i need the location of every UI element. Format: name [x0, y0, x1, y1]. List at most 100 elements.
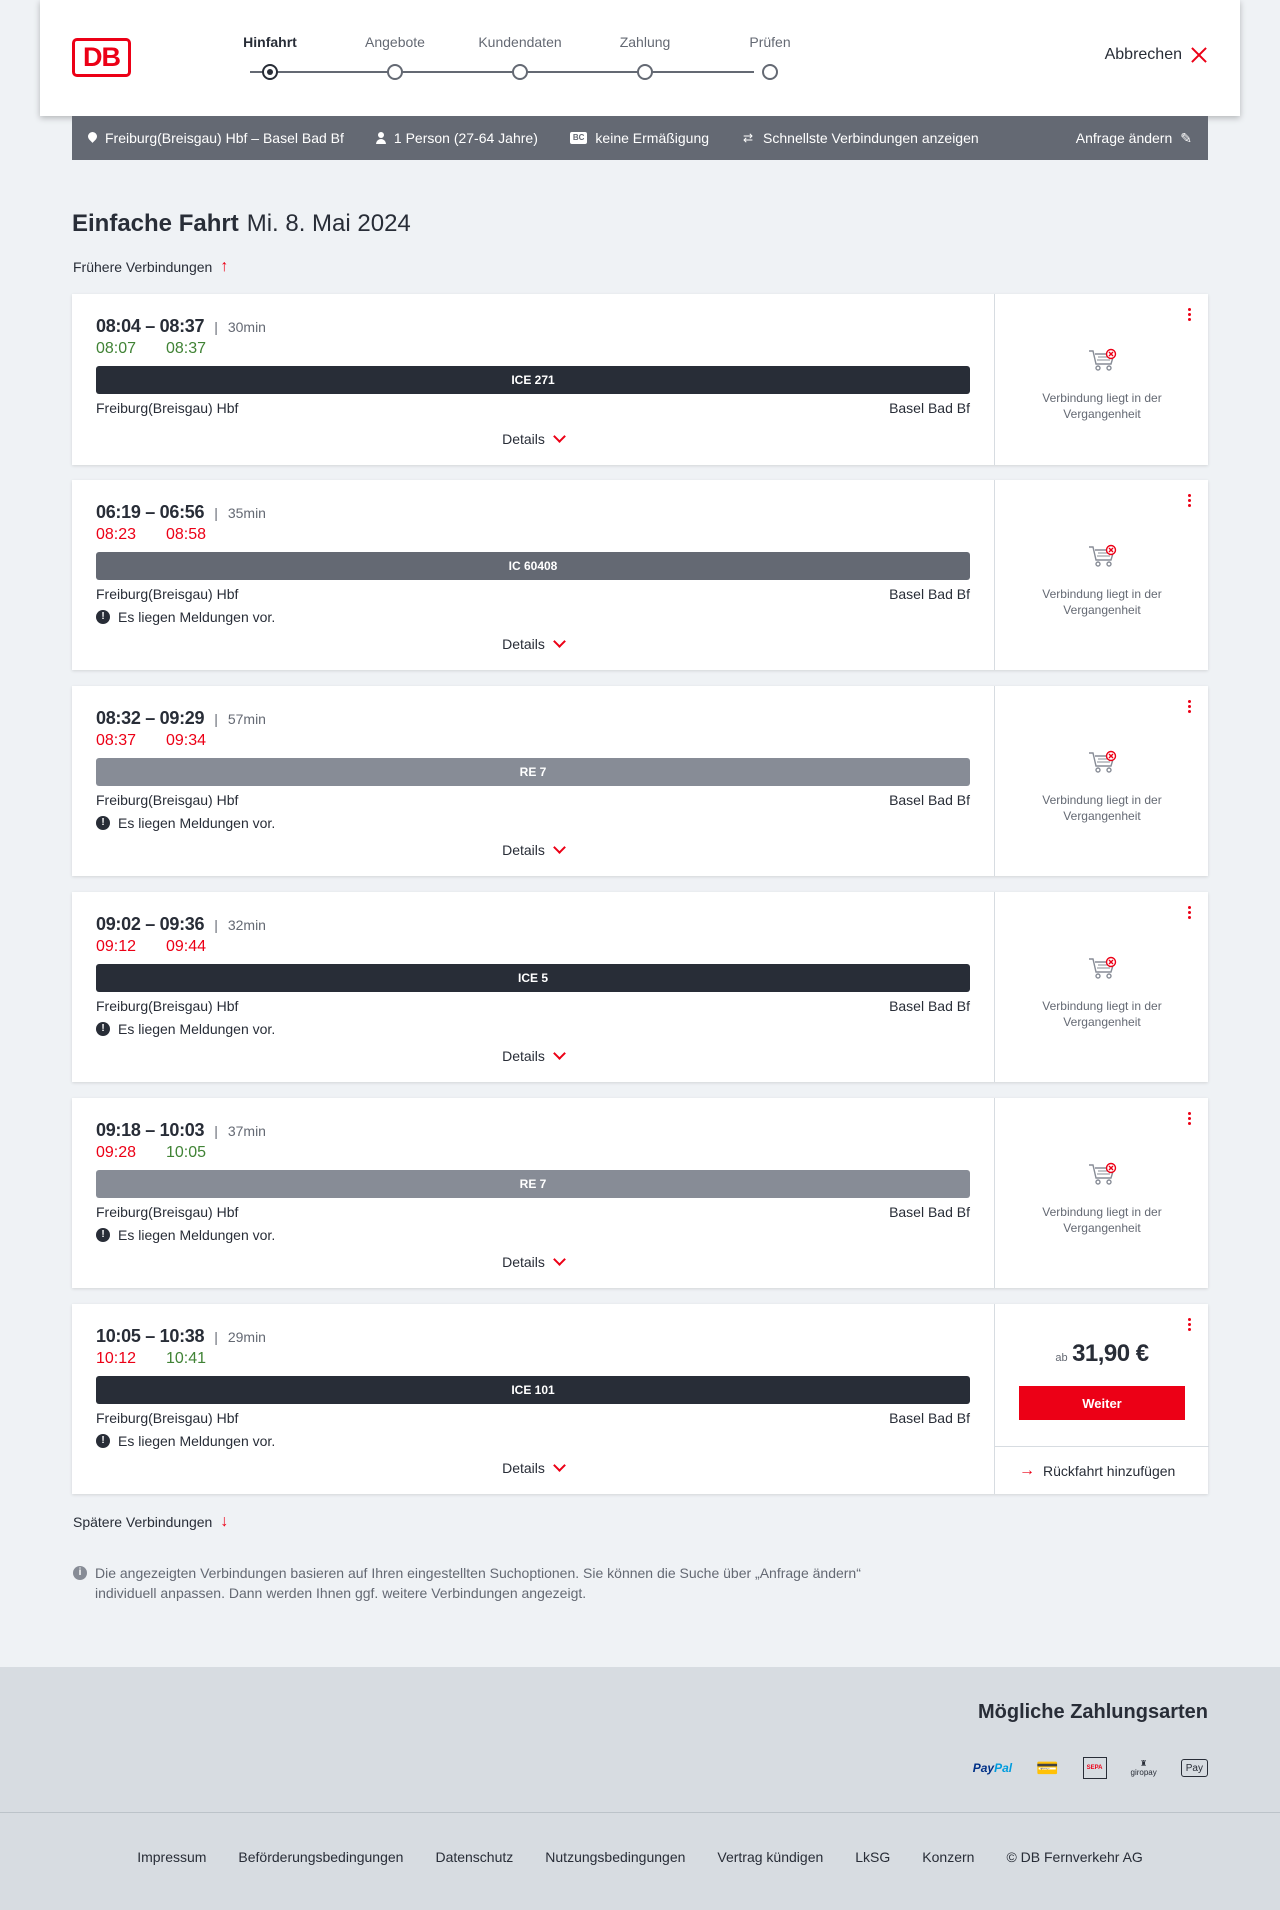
- realtime-arrival: 08:37: [166, 340, 207, 357]
- chevron-down-icon: [553, 841, 566, 854]
- stations: Freiburg(Breisgau) Hbf Basel Bad Bf: [96, 998, 970, 1014]
- train-segment-bar[interactable]: ICE 101: [96, 1376, 970, 1404]
- scheduled-time: 09:18 – 10:03: [96, 1120, 205, 1140]
- edit-request-button[interactable]: Anfrage ändern ✎: [1076, 130, 1192, 147]
- train-segment-bar[interactable]: ICE 271: [96, 366, 970, 394]
- search-info-note: i Die angezeigten Verbindungen basieren …: [73, 1563, 873, 1603]
- price: ab 31,90 €: [1055, 1340, 1149, 1367]
- departure-station: Freiburg(Breisgau) Hbf: [96, 792, 239, 808]
- departure-station: Freiburg(Breisgau) Hbf: [96, 998, 239, 1014]
- more-options-icon[interactable]: [1186, 906, 1192, 926]
- offer-panel: Verbindung liegt in der Vergangenheit: [994, 480, 1208, 670]
- close-icon: [1190, 46, 1208, 64]
- train-segment-bar[interactable]: IC 60408: [96, 552, 970, 580]
- chevron-down-icon: [553, 430, 566, 443]
- train-segment-bar[interactable]: RE 7: [96, 758, 970, 786]
- schedule-times: 08:04 – 08:37 | 30min: [96, 316, 266, 336]
- connection-info: 08:32 – 09:29 | 57min 08:37 09:34 RE 7 Freibur…: [96, 686, 970, 876]
- step-zahlung: Zahlung: [585, 34, 705, 80]
- details-toggle[interactable]: Details: [96, 1047, 970, 1064]
- service-notice: ! Es liegen Meldungen vor.: [96, 1227, 275, 1243]
- scheduled-time: 08:32 – 09:29: [96, 708, 205, 728]
- scheduled-time: 06:19 – 06:56: [96, 502, 205, 522]
- arrival-station: Basel Bad Bf: [889, 400, 970, 416]
- footer-link-impressum[interactable]: Impressum: [137, 1849, 206, 1865]
- step-dot: [637, 64, 653, 80]
- service-notice: ! Es liegen Meldungen vor.: [96, 815, 275, 831]
- add-return-trip-button[interactable]: → Rückfahrt hinzufügen: [995, 1446, 1209, 1494]
- service-notice: ! Es liegen Meldungen vor.: [96, 609, 275, 625]
- details-toggle[interactable]: Details: [96, 1459, 970, 1476]
- arrow-down-icon: ↓: [220, 1513, 229, 1530]
- step-kundendaten: Kundendaten: [460, 34, 580, 80]
- more-options-icon[interactable]: [1186, 1318, 1192, 1338]
- cancel-button[interactable]: Abbrechen: [1105, 46, 1208, 64]
- past-connection-note: Verbindung liegt in der Vergangenheit: [1042, 999, 1162, 1029]
- more-options-icon[interactable]: [1186, 1112, 1192, 1132]
- more-options-icon[interactable]: [1186, 700, 1192, 720]
- connection-card[interactable]: 10:05 – 10:38 | 29min 10:12 10:41 ICE 101 Frei…: [72, 1304, 1209, 1494]
- past-connection-note: Verbindung liegt in der Vergangenheit: [1042, 587, 1162, 617]
- footer-link-vertrag-kuendigen[interactable]: Vertrag kündigen: [717, 1849, 823, 1865]
- db-logo[interactable]: DB: [72, 38, 131, 77]
- footer-link-datenschutz[interactable]: Datenschutz: [435, 1849, 513, 1865]
- step-dot-active: [262, 64, 278, 80]
- cart-unavailable-icon: [1088, 750, 1118, 776]
- realtime-departure: 08:37: [96, 732, 137, 749]
- warning-icon: !: [96, 610, 110, 624]
- connection-card[interactable]: 08:04 – 08:37 | 30min 08:07 08:37 ICE 271 Frei…: [72, 294, 1208, 465]
- arrival-station: Basel Bad Bf: [889, 586, 970, 602]
- travel-duration: 35min: [227, 504, 266, 521]
- footer-link-nutzungsbedingungen[interactable]: Nutzungsbedingungen: [545, 1849, 685, 1865]
- realtime-times: 08:37 09:34: [96, 732, 236, 750]
- cancel-label: Abbrechen: [1104, 46, 1182, 63]
- connection-info: 08:04 – 08:37 | 30min 08:07 08:37 ICE 271 Frei…: [96, 294, 970, 465]
- details-toggle[interactable]: Details: [96, 430, 970, 447]
- warning-icon: !: [96, 1228, 110, 1242]
- footer-link-konzern[interactable]: Konzern: [922, 1849, 974, 1865]
- details-toggle[interactable]: Details: [96, 1253, 970, 1270]
- more-options-icon[interactable]: [1186, 494, 1192, 514]
- service-notice: ! Es liegen Meldungen vor.: [96, 1021, 275, 1037]
- payment-methods-section: Mögliche Zahlungsarten Pay Pal 💳 SEPA ♜ gi…: [0, 1667, 1280, 1812]
- apple-pay-icon: Pay: [1180, 1759, 1208, 1777]
- more-options-icon[interactable]: [1186, 308, 1192, 328]
- payment-title: Mögliche Zahlungsarten: [977, 1701, 1208, 1723]
- footer-link-lksg[interactable]: LkSG: [855, 1849, 890, 1865]
- connection-card[interactable]: 09:02 – 09:36 | 32min 09:12 09:44 ICE 5 Freibu…: [72, 892, 1208, 1082]
- sepa-icon: SEPA: [1082, 1757, 1107, 1779]
- realtime-arrival: 08:58: [166, 526, 207, 543]
- later-connections-link[interactable]: Spätere Verbindungen ↓: [73, 1513, 228, 1531]
- footer-copyright[interactable]: © DB Fernverkehr AG: [1006, 1849, 1142, 1865]
- scheduled-time: 09:02 – 09:36: [96, 914, 205, 934]
- connection-card[interactable]: 06:19 – 06:56 | 35min 08:23 08:58 IC 60408 Fre…: [72, 480, 1208, 670]
- stations: Freiburg(Breisgau) Hbf Basel Bad Bf: [96, 1204, 970, 1220]
- realtime-arrival: 09:44: [166, 938, 207, 955]
- travel-duration: 29min: [227, 1328, 266, 1345]
- connection-card[interactable]: 08:32 – 09:29 | 57min 08:37 09:34 RE 7 Freibur…: [72, 686, 1208, 876]
- fastest-summary: ⇄ Schnellste Verbindungen anzeigen: [743, 130, 979, 146]
- connection-info: 10:05 – 10:38 | 29min 10:12 10:41 ICE 101 Frei…: [96, 1304, 970, 1494]
- connection-card[interactable]: 09:18 – 10:03 | 37min 09:28 10:05 RE 7 Freibur…: [72, 1098, 1208, 1288]
- step-hinfahrt[interactable]: Hinfahrt: [210, 34, 330, 80]
- paypal-icon: Pay Pal: [972, 1761, 1013, 1775]
- details-toggle[interactable]: Details: [96, 635, 970, 652]
- past-connection-note: Verbindung liegt in der Vergangenheit: [1042, 1205, 1162, 1235]
- train-segment-bar[interactable]: ICE 5: [96, 964, 970, 992]
- details-toggle[interactable]: Details: [96, 841, 970, 858]
- continue-button[interactable]: Weiter: [1019, 1386, 1185, 1420]
- schedule-times: 08:32 – 09:29 | 57min: [96, 708, 266, 728]
- warning-icon: !: [96, 816, 110, 830]
- train-segment-bar[interactable]: RE 7: [96, 1170, 970, 1198]
- past-connection-note: Verbindung liegt in der Vergangenheit: [1042, 391, 1162, 421]
- arrival-station: Basel Bad Bf: [889, 1410, 970, 1426]
- realtime-times: 08:23 08:58: [96, 526, 236, 544]
- earlier-connections-link[interactable]: Frühere Verbindungen ↑: [73, 258, 228, 276]
- cart-unavailable-icon: [1088, 956, 1118, 982]
- travel-duration: 32min: [227, 916, 266, 933]
- scheduled-time: 10:05 – 10:38: [96, 1326, 205, 1346]
- footer-link-befoerderungsbedingungen[interactable]: Beförderungsbedingungen: [238, 1849, 403, 1865]
- stations: Freiburg(Breisgau) Hbf Basel Bad Bf: [96, 792, 970, 808]
- connection-info: 06:19 – 06:56 | 35min 08:23 08:58 IC 60408 Fre…: [96, 480, 970, 670]
- departure-station: Freiburg(Breisgau) Hbf: [96, 1410, 239, 1426]
